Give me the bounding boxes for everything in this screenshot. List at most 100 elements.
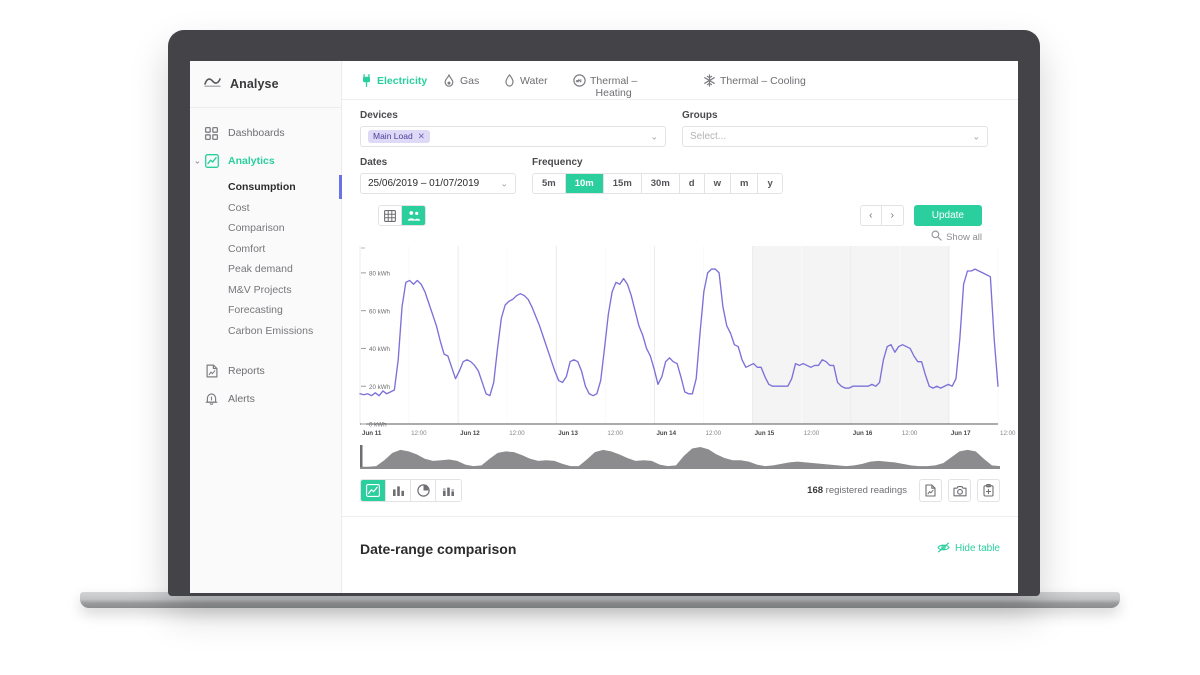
- update-button[interactable]: Update: [913, 205, 982, 226]
- magnifier-icon: [931, 230, 942, 244]
- frequency-option-w[interactable]: w: [704, 174, 731, 193]
- laptop-body: Analyse Dashboards ⌄ Analytics Consumpti…: [168, 30, 1040, 596]
- sidebar-item-label: Alerts: [228, 393, 255, 405]
- x-axis-tick-label: 12:00: [902, 430, 918, 437]
- sidebar-item-peak-demand[interactable]: Peak demand: [190, 259, 341, 280]
- brand-name: Analyse: [230, 77, 279, 91]
- export-document-icon[interactable]: [919, 479, 942, 502]
- chart-navigator[interactable]: [360, 443, 1000, 469]
- frequency-option-5m[interactable]: 5m: [533, 174, 566, 193]
- frequency-segmented-control[interactable]: 5m 10m 15m 30m d w m y: [532, 173, 783, 194]
- screenshot-stage: Analyse Dashboards ⌄ Analytics Consumpti…: [0, 0, 1200, 675]
- y-axis-tick-label: 40 kWh: [369, 346, 391, 353]
- consumption-line-chart[interactable]: 0 kWh 20 kWh 40 kWh 60 kWh 80 kWh Jun 11 12:00…: [359, 246, 1016, 442]
- sidebar-item-comfort[interactable]: Comfort: [190, 239, 341, 260]
- clipboard-add-icon[interactable]: [977, 479, 1000, 502]
- eye-off-icon: [937, 542, 950, 556]
- tab-thermal-cooling[interactable]: Thermal – Cooling: [703, 74, 853, 87]
- chart-actions: [919, 479, 1000, 502]
- frequency-option-30m[interactable]: 30m: [641, 174, 680, 193]
- tab-label: Electricity: [377, 75, 428, 87]
- chart-bottom-toolbar: 168 registered readings: [342, 469, 1018, 502]
- page-title: Date-range comparison: [360, 540, 517, 557]
- chart-type-toggle[interactable]: [360, 479, 462, 502]
- droplet-icon: [503, 74, 515, 87]
- sidebar-item-forecasting[interactable]: Forecasting: [190, 300, 341, 321]
- devices-field: Devices Main Load ✕ ⌄: [360, 110, 666, 147]
- hide-table-button[interactable]: Hide table: [937, 542, 1000, 556]
- snowflake-icon: [703, 74, 715, 87]
- brand[interactable]: Analyse: [190, 61, 341, 108]
- chevron-down-icon: ⌄: [650, 131, 658, 141]
- next-period-button[interactable]: ›: [881, 206, 903, 225]
- navigator-area: [360, 447, 1000, 469]
- chevron-down-icon: ⌄: [194, 156, 201, 166]
- sidebar-item-alerts[interactable]: Alerts: [190, 385, 341, 413]
- bell-icon: [204, 392, 219, 407]
- stacked-bar-icon[interactable]: [436, 480, 461, 501]
- sidebar-item-cost[interactable]: Cost: [190, 198, 341, 219]
- readings-text: registered readings: [825, 485, 907, 496]
- device-chip-main-load[interactable]: Main Load ✕: [368, 130, 430, 143]
- groups-field: Groups Select... ⌄: [682, 110, 988, 147]
- sidebar-item-mv-projects[interactable]: M&V Projects: [190, 280, 341, 301]
- x-axis-tick-label: 12:00: [1000, 430, 1016, 437]
- frequency-option-y[interactable]: y: [758, 174, 782, 193]
- x-axis-tick-label: Jun 12: [460, 430, 480, 437]
- chip-remove-icon[interactable]: ✕: [418, 132, 425, 141]
- sidebar-nav: Dashboards ⌄ Analytics Consumption Cost …: [190, 108, 342, 413]
- frequency-option-10m[interactable]: 10m: [565, 174, 604, 193]
- subitem-label: Comparison: [228, 222, 285, 235]
- wave-logo-icon: [204, 75, 221, 93]
- analytics-subnav: Consumption Cost Comparison Comfort Peak…: [190, 175, 342, 347]
- filter-panel: Devices Main Load ✕ ⌄ Groups Select... ⌄…: [342, 100, 1018, 244]
- dates-frequency-row: Dates 25/06/2019 – 01/07/2019 ⌄ Frequenc…: [360, 157, 1000, 194]
- view-mode-toggle[interactable]: [378, 205, 426, 226]
- sidebar: Analyse Dashboards ⌄ Analytics Consumpti…: [190, 61, 342, 593]
- dates-label: Dates: [360, 157, 388, 168]
- date-range-comparison-section: Date-range comparison Hide table: [342, 516, 1018, 562]
- frequency-label: Frequency: [532, 157, 583, 168]
- sidebar-item-label: Analytics: [228, 155, 275, 167]
- pie-chart-icon[interactable]: [411, 480, 436, 501]
- show-all-button[interactable]: Show all: [931, 230, 982, 244]
- frequency-option-m[interactable]: m: [730, 174, 759, 193]
- tab-electricity[interactable]: Electricity: [360, 73, 443, 88]
- sidebar-item-consumption[interactable]: Consumption: [190, 175, 342, 199]
- devices-select[interactable]: Main Load ✕ ⌄: [360, 126, 666, 147]
- subitem-label: Forecasting: [228, 304, 283, 317]
- show-all-label: Show all: [946, 231, 982, 243]
- utility-tabs: Electricity Gas Water Thermal – Heating …: [342, 61, 1018, 100]
- show-all-row: Show all: [360, 226, 1000, 244]
- people-group-icon[interactable]: [402, 206, 425, 225]
- line-chart-icon[interactable]: [361, 480, 386, 501]
- date-range-select[interactable]: 25/06/2019 – 01/07/2019 ⌄: [360, 173, 516, 194]
- dates-field: Dates 25/06/2019 – 01/07/2019 ⌄: [360, 157, 516, 194]
- sidebar-item-dashboards[interactable]: Dashboards: [190, 119, 341, 147]
- date-range-value: 25/06/2019 – 01/07/2019: [368, 178, 480, 189]
- groups-select[interactable]: Select... ⌄: [682, 126, 988, 147]
- x-axis-tick-label: 12:00: [607, 430, 623, 437]
- tab-thermal-heating[interactable]: Thermal – Heating: [572, 74, 703, 99]
- tab-gas[interactable]: Gas: [443, 74, 503, 87]
- date-pager[interactable]: ‹ ›: [859, 205, 904, 226]
- table-grid-icon[interactable]: [379, 206, 402, 225]
- navigator-left-handle[interactable]: [360, 445, 363, 467]
- sidebar-item-carbon-emissions[interactable]: Carbon Emissions: [190, 321, 341, 342]
- bar-chart-icon[interactable]: [386, 480, 411, 501]
- subitem-label: Carbon Emissions: [228, 324, 314, 337]
- frequency-option-15m[interactable]: 15m: [603, 174, 642, 193]
- sidebar-item-reports[interactable]: Reports: [190, 357, 341, 385]
- subitem-label: Cost: [228, 201, 250, 214]
- camera-snapshot-icon[interactable]: [948, 479, 971, 502]
- groups-label: Groups: [682, 110, 718, 121]
- sidebar-item-comparison[interactable]: Comparison: [190, 218, 341, 239]
- devices-groups-row: Devices Main Load ✕ ⌄ Groups Select... ⌄: [360, 110, 1000, 147]
- frequency-option-d[interactable]: d: [679, 174, 705, 193]
- x-axis-tick-label: 12:00: [411, 430, 427, 437]
- prev-period-button[interactable]: ‹: [860, 206, 882, 225]
- tab-water[interactable]: Water: [503, 74, 573, 87]
- sidebar-item-label: Dashboards: [228, 127, 285, 139]
- sidebar-item-analytics[interactable]: ⌄ Analytics: [190, 147, 341, 175]
- chevron-down-icon: ⌄: [500, 178, 508, 188]
